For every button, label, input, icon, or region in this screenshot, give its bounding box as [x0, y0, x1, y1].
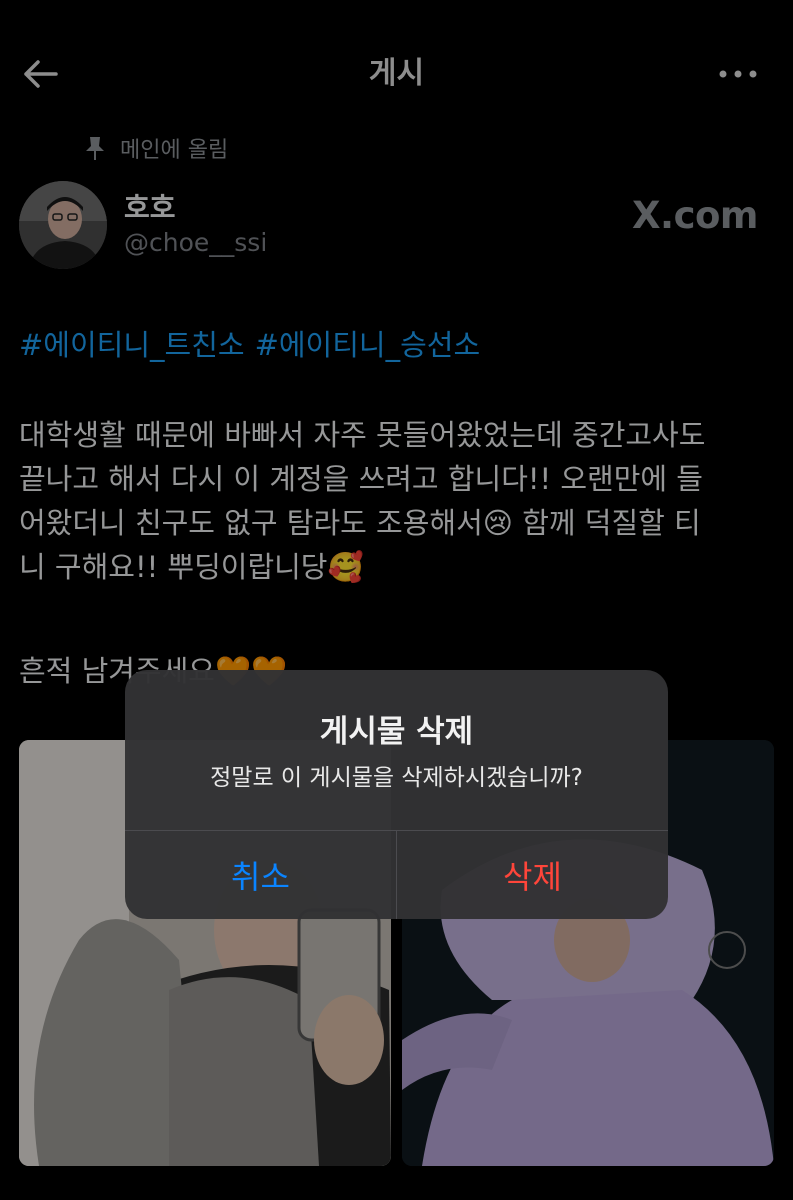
delete-confirm-dialog: 게시물 삭제 정말로 이 게시물을 삭제하시겠습니까? 취소 삭제: [125, 670, 668, 919]
delete-button[interactable]: 삭제: [397, 831, 668, 919]
cancel-button[interactable]: 취소: [125, 831, 396, 919]
modal-backdrop: [0, 0, 793, 1200]
dialog-message: 정말로 이 게시물을 삭제하시겠습니까?: [210, 765, 583, 791]
dialog-title: 게시물 삭제: [319, 714, 474, 750]
